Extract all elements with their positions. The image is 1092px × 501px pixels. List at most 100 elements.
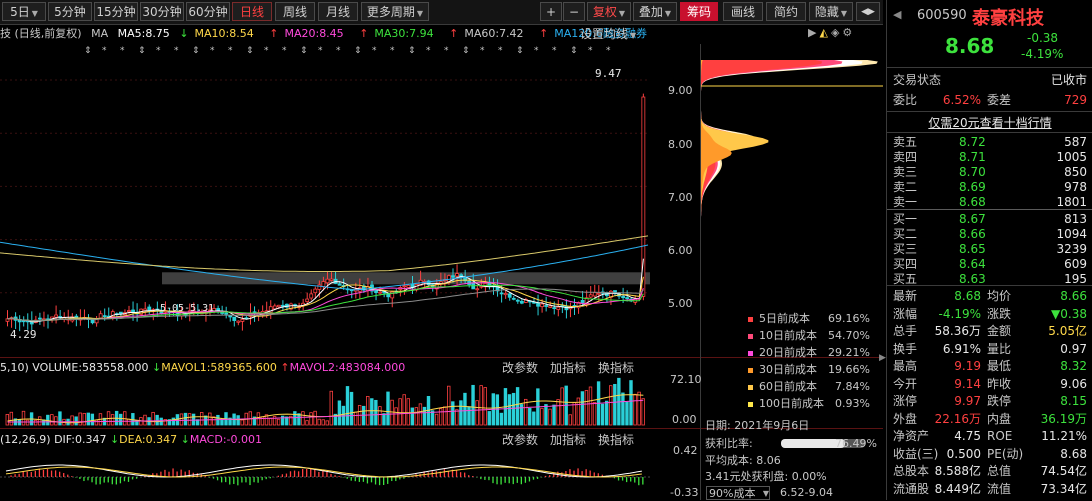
nav-arrows-button[interactable]: ◀▶ <box>856 2 880 21</box>
book-price: 8.69 <box>959 180 986 194</box>
volume-bar <box>552 404 556 426</box>
hide-button[interactable]: 隐藏 ▼ <box>809 2 853 21</box>
chip-distribution-button[interactable]: 筹码 <box>680 2 718 21</box>
candle-body <box>507 293 512 298</box>
profit-ratio-label: 获利比率: <box>705 437 753 450</box>
volume-axis-tick: 0.00 <box>672 413 697 426</box>
volume-bar <box>345 386 350 426</box>
period-weekly-button[interactable]: 周线 <box>275 2 315 21</box>
volume-bar <box>540 407 544 426</box>
volume-bar <box>556 399 560 426</box>
chip-mode-icon[interactable]: ◈ <box>831 26 839 39</box>
period-daily-button[interactable]: 日线 <box>232 2 272 21</box>
add-indicator-button[interactable]: 加指标 <box>550 433 586 447</box>
volume-bar <box>455 409 459 426</box>
cost-legend-label: 5日前成本 <box>759 312 810 325</box>
book-level-label: 卖二 <box>893 180 918 194</box>
settings-icon[interactable]: ⚙ <box>842 26 852 39</box>
more-periods-label: 更多周期 <box>366 5 415 19</box>
add-indicator-button[interactable]: 加指标 <box>550 361 586 375</box>
event-marker: * <box>318 46 323 56</box>
weibi-value: 6.52% <box>942 93 981 107</box>
book-level-label: 买一 <box>893 212 918 226</box>
divider <box>887 285 1092 286</box>
chip-tools: ▶ ◭ ◈ ⚙ <box>808 26 852 39</box>
profit-ratio-value: 76.49% <box>835 437 877 450</box>
macd-chart[interactable] <box>0 449 650 500</box>
volume-bar <box>58 411 62 426</box>
stat-value: ▼0.38 <box>1051 306 1087 321</box>
volume-bar <box>592 402 597 426</box>
fuquan-label: 复权 <box>592 5 617 19</box>
draw-line-button[interactable]: 画线 <box>723 2 763 21</box>
switch-indicator-button[interactable]: 换指标 <box>598 433 634 447</box>
more-periods-button[interactable]: 更多周期 ▼ <box>361 2 429 21</box>
volume-bar <box>609 385 613 426</box>
event-marker: * <box>534 46 539 56</box>
bids-row[interactable]: 买三 8.65 3239 <box>887 241 1092 257</box>
arrow-up-icon: ↑ <box>269 27 279 40</box>
event-marker: ⇕ <box>570 46 578 56</box>
edit-params-button[interactable]: 改参数 <box>502 433 538 447</box>
play-icon[interactable]: ▶ <box>808 26 816 39</box>
event-marker: * <box>156 46 161 56</box>
edit-params-button[interactable]: 改参数 <box>502 361 538 375</box>
bids-row[interactable]: 买一 8.67 813 <box>887 211 1092 227</box>
candle-body <box>596 292 601 295</box>
collapse-icon[interactable]: ◀ <box>893 8 901 21</box>
period-30min-button[interactable]: 30分钟 <box>140 2 184 21</box>
arrow-up-icon: ↑ <box>449 27 459 40</box>
book-price: 8.67 <box>959 212 986 226</box>
weicha-value: 729 <box>1064 93 1087 107</box>
cost-range-select[interactable]: 90%成本 ▼ <box>706 486 770 500</box>
level10-link[interactable]: 仅需20元查看十档行情 <box>887 114 1092 131</box>
asks-row[interactable]: 卖四 8.71 1005 <box>887 149 1092 165</box>
book-volume: 1094 <box>1056 227 1087 241</box>
asks-row[interactable]: 卖二 8.69 978 <box>887 179 1092 195</box>
cost-legend-label: 100日前成本 <box>759 397 824 410</box>
stat-value: 9.06 <box>1060 376 1087 391</box>
event-marker: ⇕ <box>300 46 308 56</box>
overlay-button[interactable]: 叠加 ▼ <box>633 2 677 21</box>
book-volume: 813 <box>1064 212 1087 226</box>
volume-bar <box>507 394 512 426</box>
volume-bar <box>74 416 78 426</box>
period-monthly-button[interactable]: 月线 <box>318 2 358 21</box>
period-60min-button[interactable]: 60分钟 <box>186 2 230 21</box>
period-5day-button[interactable]: 5日 ▼ <box>2 2 46 21</box>
asks-row[interactable]: 卖一 8.68 1801 <box>887 194 1092 210</box>
cost-range-value: 6.52-9.04 <box>780 486 833 499</box>
volume-bar <box>511 392 516 426</box>
volume-chart[interactable] <box>0 377 650 427</box>
period-5min-button[interactable]: 5分钟 <box>48 2 92 21</box>
stat-label: 涨跌 <box>987 306 1012 321</box>
bids-row[interactable]: 买四 8.64 609 <box>887 256 1092 272</box>
chevron-down-icon: ▼ <box>762 489 769 498</box>
bids-row[interactable]: 买二 8.66 1094 <box>887 226 1092 242</box>
volume-legend: 5,10) VOLUME:583558.000 ↓MAVOL1:589365.6… <box>0 360 405 376</box>
fuquan-button[interactable]: 复权 ▼ <box>587 2 631 21</box>
compact-button[interactable]: 简约 <box>766 2 806 21</box>
volume-bar <box>216 414 220 426</box>
chip-distribution-chart[interactable] <box>701 60 883 310</box>
ma-settings-button[interactable]: 设置均线 ▼ <box>580 25 636 43</box>
volume-bar <box>402 394 406 426</box>
asks-row[interactable]: 卖三 8.70 850 <box>887 164 1092 180</box>
legend-swatch <box>748 350 753 356</box>
event-marker: * <box>426 46 431 56</box>
cost-legend-label: 30日前成本 <box>759 363 817 376</box>
marker-icon[interactable]: ◭ <box>819 26 827 39</box>
zoom-out-button[interactable]: − <box>563 2 585 21</box>
switch-indicator-button[interactable]: 换指标 <box>598 361 634 375</box>
candle-body <box>455 273 459 277</box>
period-15min-button[interactable]: 15分钟 <box>94 2 138 21</box>
stat-label: 最低 <box>987 359 1012 373</box>
book-volume: 1005 <box>1056 150 1087 164</box>
kline-chart[interactable]: ⇕ * * ⇕ * * ⇕ * * ⇕ * * ⇕ * * ⇕ * * ⇕ * * ⇕ * * ⇕ * * ⇕ * * <box>0 44 700 356</box>
candle-body <box>552 307 557 309</box>
expand-panel-icon[interactable]: ▶ <box>879 353 886 363</box>
asks-row[interactable]: 卖五 8.72 587 <box>887 134 1092 150</box>
support-band <box>162 272 650 285</box>
volume-bar <box>38 416 42 426</box>
zoom-in-button[interactable]: + <box>540 2 562 21</box>
